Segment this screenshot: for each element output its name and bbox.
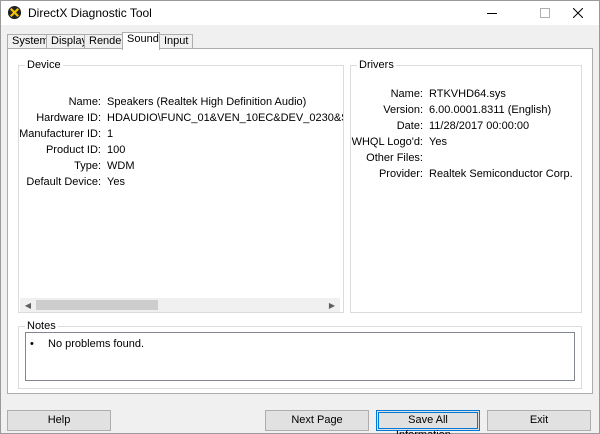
whql-label: WHQL Logo'd: <box>351 136 423 148</box>
driver-name-label: Name: <box>390 88 423 100</box>
type-value: WDM <box>107 160 135 172</box>
tab-sound[interactable]: Sound <box>122 32 160 50</box>
tab-input[interactable]: Input <box>159 34 193 49</box>
scrollbar-thumb[interactable] <box>36 300 158 310</box>
product-id-value: 100 <box>107 144 126 156</box>
hardware-id-value: HDAUDIO\FUNC_01&VEN_10EC&DEV_0230&SUBSYS… <box>107 112 343 124</box>
default-device-value: Yes <box>107 176 125 188</box>
minimize-icon <box>487 13 497 14</box>
hardware-id-label: Hardware ID: <box>36 112 101 124</box>
sound-tab-page: Device Name: Speakers (Realtek High Defi… <box>7 48 593 394</box>
notes-group-title: Notes <box>25 320 58 332</box>
minimize-button[interactable] <box>471 1 513 25</box>
scroll-right-icon[interactable]: ▶ <box>325 299 339 311</box>
provider-label: Provider: <box>378 168 423 180</box>
bullet-icon: • <box>30 338 34 350</box>
device-name-label: Name: <box>68 96 101 108</box>
note-text: No problems found. <box>48 338 144 350</box>
directx-icon <box>7 5 22 20</box>
title-bar: DirectX Diagnostic Tool <box>1 1 599 25</box>
device-group-title: Device <box>25 59 63 71</box>
next-page-button[interactable]: Next Page <box>265 410 369 431</box>
close-icon <box>573 8 583 18</box>
save-all-information-label: Save All Information... <box>378 412 478 434</box>
tab-display[interactable]: Display <box>46 34 87 49</box>
exit-button[interactable]: Exit <box>487 410 591 431</box>
tab-render[interactable]: Render <box>84 34 125 49</box>
type-label: Type: <box>74 160 101 172</box>
tab-system[interactable]: System <box>7 34 49 49</box>
driver-version-value: 6.00.0001.8311 (English) <box>429 104 552 116</box>
note-item: • No problems found. <box>30 338 144 350</box>
other-files-value <box>429 151 579 165</box>
help-button[interactable]: Help <box>7 410 111 431</box>
driver-date-value: 11/28/2017 00:00:00 <box>429 120 530 132</box>
drivers-group: Drivers Name: RTKVHD64.sys Version: 6.00… <box>350 59 582 313</box>
whql-value: Yes <box>429 136 447 148</box>
device-group: Device Name: Speakers (Realtek High Defi… <box>18 59 344 313</box>
close-button[interactable] <box>557 1 599 25</box>
driver-date-label: Date: <box>396 120 423 132</box>
provider-value: Realtek Semiconductor Corp. <box>429 168 573 180</box>
manufacturer-id-label: Manufacturer ID: <box>19 128 101 140</box>
default-device-label: Default Device: <box>26 176 101 188</box>
driver-name-value: RTKVHD64.sys <box>429 88 506 100</box>
manufacturer-id-value: 1 <box>107 128 114 140</box>
device-horizontal-scrollbar[interactable]: ◀ ▶ <box>20 298 340 312</box>
product-id-label: Product ID: <box>45 144 101 156</box>
main-window: DirectX Diagnostic Tool System Display R… <box>0 0 600 434</box>
maximize-icon <box>540 8 550 18</box>
device-name-value: Speakers (Realtek High Definition Audio) <box>107 96 307 108</box>
save-all-information-button[interactable]: Save All Information... <box>376 410 480 434</box>
scroll-left-icon[interactable]: ◀ <box>21 299 35 311</box>
driver-version-label: Version: <box>383 104 423 116</box>
other-files-label: Other Files: <box>366 152 423 164</box>
window-title: DirectX Diagnostic Tool <box>28 6 152 20</box>
notes-textbox[interactable]: • No problems found. <box>25 332 575 381</box>
drivers-group-title: Drivers <box>357 59 396 71</box>
